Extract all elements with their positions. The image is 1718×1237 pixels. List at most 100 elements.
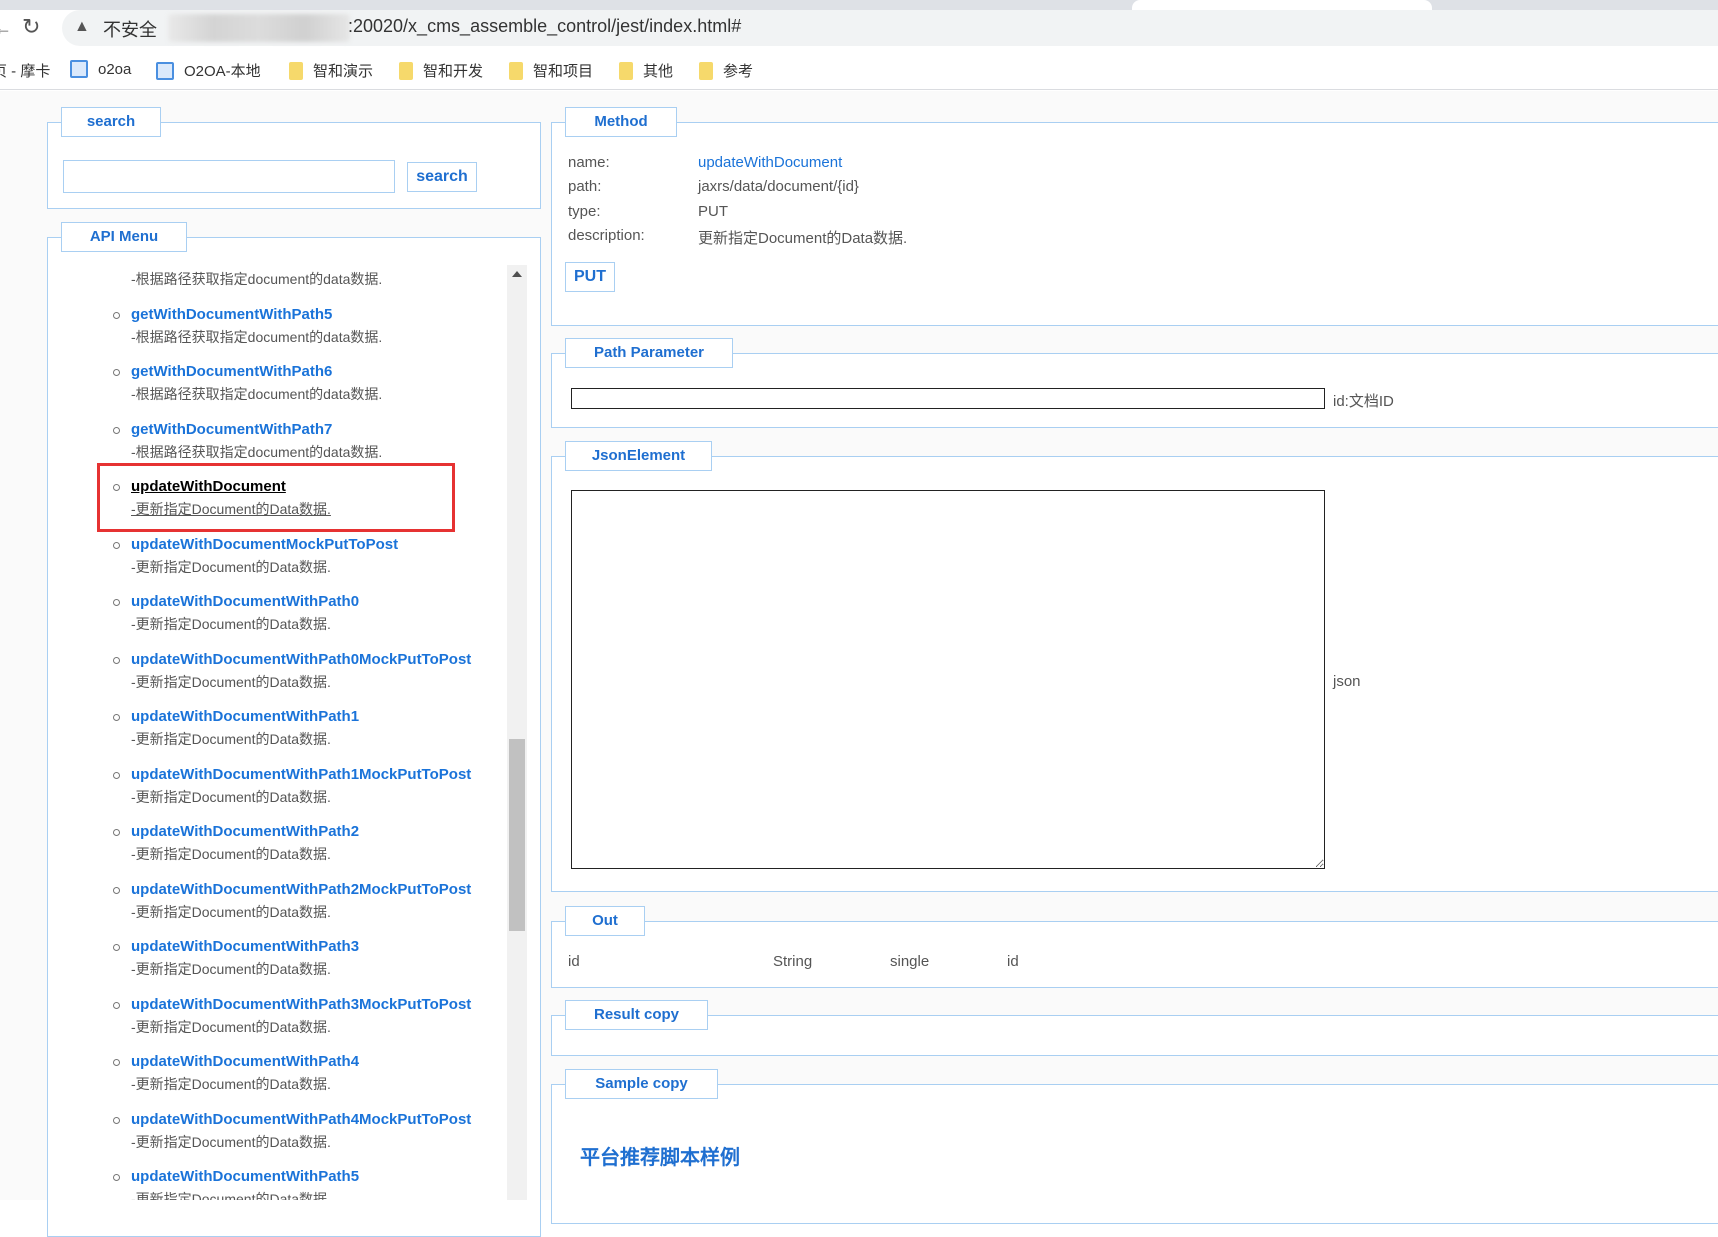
type-value: PUT (698, 203, 728, 220)
menu-item-link[interactable]: getWithDocumentWithPath7 (131, 419, 332, 441)
out-legend: Out (565, 906, 645, 936)
menu-item[interactable]: -根据路径获取指定document的data数据. (90, 265, 510, 304)
bookmark-folder-demo[interactable]: 智和演示 (289, 60, 373, 81)
bookmark-folder-projects[interactable]: 智和项目 (509, 60, 593, 81)
bookmark-o2oa[interactable]: o2oa (70, 60, 131, 78)
bookmark-label: 智和项目 (533, 63, 594, 80)
menu-item[interactable]: updateWithDocumentWithPath5 -更新指定Document… (90, 1166, 510, 1200)
menu-scrollbar[interactable] (507, 265, 527, 1200)
menu-item-link[interactable]: updateWithDocumentMockPutToPost (131, 534, 398, 556)
menu-item[interactable]: updateWithDocumentWithPath2 -更新指定Document… (90, 821, 510, 879)
menu-item[interactable]: updateWithDocumentWithPath3 -更新指定Document… (90, 936, 510, 994)
menu-item-description: -更新指定Document的Data数据. (131, 1076, 331, 1092)
scrollbar-thumb[interactable] (509, 739, 525, 931)
bookmark-folder-other[interactable]: 其他 (619, 60, 673, 81)
menu-item-link[interactable]: updateWithDocumentWithPath2 (131, 821, 359, 843)
folder-icon (399, 61, 413, 80)
menu-item-link[interactable]: updateWithDocumentWithPath4 (131, 1051, 359, 1073)
sample-copy-legend[interactable]: Sample copy (565, 1069, 718, 1099)
scroll-up-arrow-icon[interactable] (512, 271, 522, 277)
menu-item-link[interactable]: getWithDocumentWithPath5 (131, 304, 332, 326)
method-legend: Method (565, 107, 677, 137)
method-fieldset (551, 122, 1718, 326)
menu-item-description: -更新指定Document的Data数据. (131, 731, 331, 747)
menu-item-description: -更新指定Document的Data数据. (131, 558, 331, 575)
name-label: name: (568, 154, 610, 171)
bullet-icon (113, 771, 120, 779)
menu-item-description: -更新指定Document的Data数据. (131, 961, 331, 977)
json-label: json (1333, 673, 1361, 690)
path-parameter-legend: Path Parameter (565, 338, 733, 368)
menu-item-link[interactable]: getWithDocumentWithPath6 (131, 361, 332, 383)
api-menu-legend: API Menu (61, 222, 187, 252)
bullet-icon (113, 656, 120, 664)
menu-item[interactable]: updateWithDocumentWithPath4 -更新指定Document… (90, 1051, 510, 1109)
search-legend: search (61, 107, 161, 137)
menu-item[interactable]: updateWithDocumentWithPath0 -更新指定Document… (90, 591, 510, 649)
menu-item[interactable]: getWithDocumentWithPath5 -根据路径获取指定documen… (90, 304, 510, 362)
bullet-icon (113, 714, 120, 721)
menu-item-link[interactable]: updateWithDocumentWithPath1MockPutToPost (131, 764, 471, 786)
security-label[interactable]: 不安全 (103, 16, 157, 42)
active-tab[interactable] (1132, 0, 1432, 10)
highlight-box (97, 463, 455, 532)
menu-item-link[interactable]: updateWithDocumentWithPath2MockPutToPost (131, 879, 471, 901)
api-menu-list: -根据路径获取指定document的data数据. getWithDocument… (90, 265, 527, 1200)
result-copy-legend[interactable]: Result copy (565, 1000, 708, 1030)
search-button[interactable]: search (407, 162, 477, 192)
out-field-type: String (773, 953, 813, 970)
reload-icon[interactable]: ↻ (22, 14, 40, 40)
menu-item-description: -根据路径获取指定document的data数据. (131, 271, 383, 287)
menu-item[interactable]: updateWithDocumentWithPath3MockPutToPost… (90, 994, 510, 1052)
menu-item-link[interactable]: updateWithDocumentWithPath0 (131, 591, 359, 613)
bookmark-label: o2oa (98, 60, 132, 78)
menu-item[interactable]: getWithDocumentWithPath6 -根据路径获取指定documen… (90, 361, 510, 419)
bookmark-folder-dev[interactable]: 智和开发 (399, 60, 483, 81)
menu-item[interactable]: updateWithDocumentWithPath1MockPutToPost… (90, 764, 510, 822)
warning-icon[interactable]: ▲ (74, 18, 90, 36)
bookmark-label: 智和演示 (313, 63, 374, 80)
json-element-legend: JsonElement (565, 441, 712, 471)
bullet-icon (113, 311, 120, 319)
bullet-icon (113, 886, 120, 894)
bullet-icon (113, 369, 120, 376)
menu-item-link[interactable]: updateWithDocumentWithPath3 (131, 936, 359, 958)
menu-item-link[interactable]: updateWithDocumentWithPath4MockPutToPost (131, 1109, 471, 1131)
json-textarea[interactable] (571, 490, 1325, 869)
bullet-icon (113, 426, 120, 434)
bookmark-label: 页 - 摩卡 (0, 63, 51, 80)
search-input[interactable] (63, 160, 395, 193)
menu-item-link[interactable]: updateWithDocumentWithPath5 (131, 1166, 359, 1188)
folder-icon (619, 61, 633, 80)
menu-item[interactable]: updateWithDocumentWithPath0MockPutToPost… (90, 649, 510, 707)
back-icon[interactable]: ← (0, 18, 12, 39)
bookmark-o2oa-local[interactable]: O2OA-本地 (156, 60, 261, 81)
out-field-cardinality: single (890, 953, 930, 970)
menu-item[interactable]: updateWithDocumentWithPath4MockPutToPost… (90, 1109, 510, 1167)
folder-icon (509, 61, 523, 80)
menu-item[interactable]: updateWithDocumentMockPutToPost -更新指定Docu… (90, 534, 510, 592)
put-button[interactable]: PUT (565, 262, 615, 292)
bookmark-moka[interactable]: 页 - 摩卡 (0, 60, 50, 81)
id-param-label: id:文档ID (1333, 393, 1394, 410)
id-input[interactable] (571, 388, 1325, 409)
bullet-icon (113, 599, 120, 606)
menu-item-description: -根据路径获取指定document的data数据. (131, 443, 383, 460)
menu-item-link[interactable]: updateWithDocumentWithPath3MockPutToPost (131, 994, 471, 1016)
bookmark-label: O2OA-本地 (184, 63, 261, 80)
folder-icon (289, 61, 303, 80)
menu-item-link[interactable]: updateWithDocumentWithPath1 (131, 706, 359, 728)
menu-item-description: -更新指定Document的Data数据. (131, 1018, 331, 1035)
menu-item-description: -根据路径获取指定document的data数据. (131, 386, 383, 402)
menu-item-description: -更新指定Document的Data数据. (131, 903, 331, 920)
tab-strip (0, 0, 1718, 10)
out-fieldset (551, 921, 1718, 988)
url-text[interactable]: :20020/x_cms_assemble_control/jest/index… (348, 16, 741, 37)
menu-item-link[interactable]: updateWithDocumentWithPath0MockPutToPost (131, 649, 471, 671)
redacted-host (168, 14, 350, 42)
menu-item[interactable]: updateWithDocumentWithPath2MockPutToPost… (90, 879, 510, 937)
out-field-description: id (1007, 953, 1019, 970)
menu-item[interactable]: updateWithDocumentWithPath1 -更新指定Document… (90, 706, 510, 764)
bullet-icon (113, 944, 120, 951)
bookmark-folder-reference[interactable]: 参考 (699, 60, 753, 81)
